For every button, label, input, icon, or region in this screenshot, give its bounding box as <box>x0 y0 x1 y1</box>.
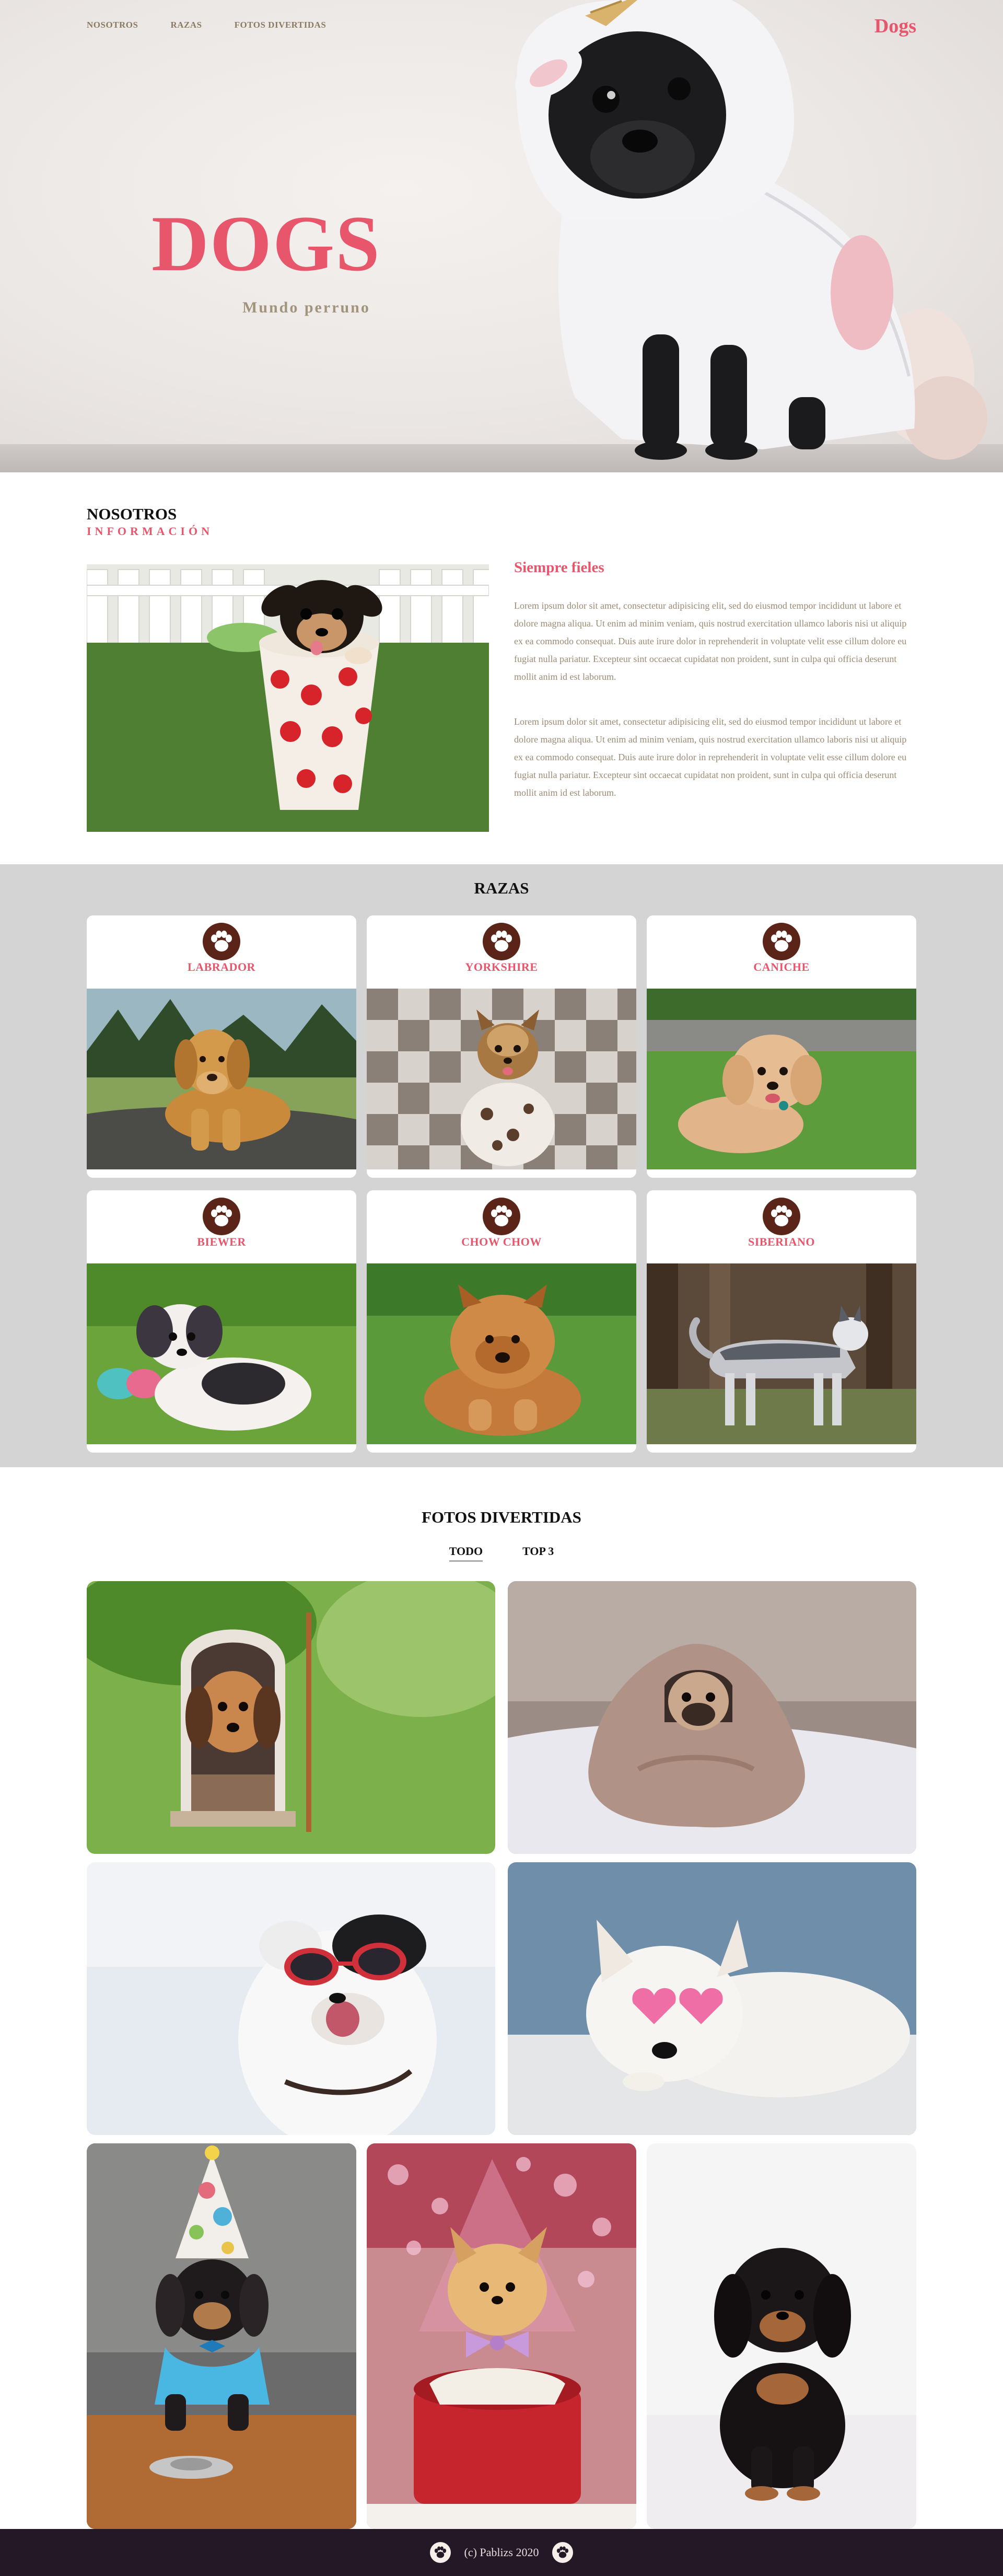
pug-in-blanket-photo[interactable] <box>508 1581 916 1854</box>
photos-title: FOTOS DIVERTIDAS <box>422 1508 581 1526</box>
dachshund-puppy-photo[interactable] <box>647 2143 916 2529</box>
paw-icon <box>483 923 520 960</box>
white-dog-heart-glasses-photo[interactable] <box>508 1862 916 2135</box>
paw-icon <box>552 2542 574 2563</box>
breed-name: BIEWER <box>197 1235 246 1248</box>
funny-photos-section: FOTOS DIVERTIDAS TODO TOP 3 <box>0 1467 1003 2529</box>
labrador-photo <box>87 989 356 1169</box>
nav-link-fotos-divertidas[interactable]: FOTOS DIVERTIDAS <box>235 20 326 30</box>
paw-icon <box>763 923 800 960</box>
paw-icon <box>763 1198 800 1235</box>
breed-card-yorkshire[interactable]: YORKSHIRE <box>367 915 636 1178</box>
photo-filter-tabs: TODO TOP 3 <box>0 1545 1003 1562</box>
about-title: NOSOTROS <box>87 505 177 523</box>
breed-name: CHOW CHOW <box>461 1235 542 1248</box>
nav-link-nosotros[interactable]: NOSOTROS <box>87 20 138 30</box>
site-footer: (c) Pablizs 2020 <box>0 2529 1003 2576</box>
brand-logo[interactable]: Dogs <box>874 15 916 38</box>
about-kicker: INFORMACIÓN <box>87 525 213 538</box>
chow-chow-photo <box>367 1263 636 1444</box>
breeds-section: RAZAS LABRADOR YORKSHIRE CANICHE BIEWER … <box>0 864 1003 1467</box>
tab-todo[interactable]: TODO <box>449 1545 483 1562</box>
main-nav: NOSOTROS RAZAS FOTOS DIVERTIDAS <box>87 20 326 30</box>
breed-name: CANICHE <box>753 960 810 973</box>
breed-card-labrador[interactable]: LABRADOR <box>87 915 356 1178</box>
party-hat-dog-photo[interactable] <box>87 2143 356 2529</box>
breed-card-biewer[interactable]: BIEWER <box>87 1190 356 1453</box>
hero-section: NOSOTROS RAZAS FOTOS DIVERTIDAS Dogs DOG… <box>0 0 1003 472</box>
paw-icon <box>483 1198 520 1235</box>
paw-icon <box>429 2542 451 2563</box>
about-heading: Siempre fieles <box>514 559 604 576</box>
about-paragraph-1: Lorem ipsum dolor sit amet, consectetur … <box>514 600 907 682</box>
paw-icon <box>203 923 240 960</box>
about-paragraph-2: Lorem ipsum dolor sit amet, consectetur … <box>514 716 907 798</box>
yorkshire-photo <box>367 989 636 1169</box>
footer-copyright: (c) Pablizs 2020 <box>464 2546 539 2559</box>
pomeranian-bowtie-photo[interactable] <box>367 2143 636 2529</box>
caniche-photo <box>647 989 916 1169</box>
breed-name: YORKSHIRE <box>465 960 538 973</box>
breeds-title: RAZAS <box>474 879 529 897</box>
breed-name: SIBERIANO <box>748 1235 815 1248</box>
hero-subtitle: Mundo perruno <box>242 299 370 316</box>
nav-link-razas[interactable]: RAZAS <box>170 20 202 30</box>
breed-name: LABRADOR <box>188 960 255 973</box>
siberiano-photo <box>647 1263 916 1444</box>
puppy-in-cup-image <box>87 564 489 832</box>
about-section: NOSOTROS INFORMACIÓN Siempre fieles Lore… <box>0 472 1003 864</box>
dog-in-mailbox-photo[interactable] <box>87 1581 495 1854</box>
breed-card-chow-chow[interactable]: CHOW CHOW <box>367 1190 636 1453</box>
dog-with-sunglasses-photo[interactable] <box>87 1862 495 2135</box>
hero-dog-image <box>515 0 987 460</box>
breed-card-caniche[interactable]: CANICHE <box>647 915 916 1178</box>
hero-title: DOGS <box>151 200 381 287</box>
paw-icon <box>203 1198 240 1235</box>
biewer-photo <box>87 1263 356 1444</box>
tab-top-3[interactable]: TOP 3 <box>522 1545 554 1562</box>
breed-card-siberiano[interactable]: SIBERIANO <box>647 1190 916 1453</box>
